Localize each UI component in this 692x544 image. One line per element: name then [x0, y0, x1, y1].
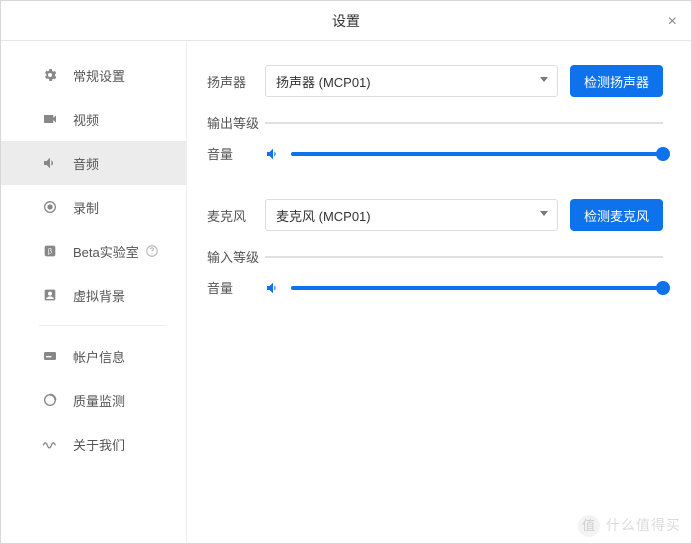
mic-volume-label: 音量: [207, 278, 265, 297]
input-level-meter: [265, 256, 663, 258]
sidebar-item-virtual-bg[interactable]: 虚拟背景: [1, 273, 186, 317]
mic-volume-slider[interactable]: [291, 280, 663, 296]
mic-select[interactable]: 麦克风 (MCP01): [265, 199, 558, 231]
speaker-volume-row: 音量: [207, 144, 663, 163]
speaker-volume-slider[interactable]: [291, 146, 663, 162]
sidebar-item-label: 视频: [73, 110, 99, 129]
help-icon[interactable]: [145, 244, 159, 258]
speaker-volume-label: 音量: [207, 144, 265, 163]
slider-thumb[interactable]: [656, 147, 670, 161]
virtual-bg-icon: [41, 286, 59, 304]
sidebar-item-label: 常规设置: [73, 66, 125, 85]
speaker-select-wrap: 扬声器 (MCP01): [265, 65, 558, 97]
speaker-select[interactable]: 扬声器 (MCP01): [265, 65, 558, 97]
svg-text:β: β: [48, 247, 52, 256]
sidebar-item-account[interactable]: 帐户信息: [1, 334, 186, 378]
speaker-row: 扬声器 扬声器 (MCP01) 检测扬声器: [207, 65, 663, 97]
close-icon[interactable]: ×: [668, 13, 677, 31]
sidebar-item-label: 音频: [73, 154, 99, 173]
speaker-label: 扬声器: [207, 72, 265, 91]
audio-icon: [41, 154, 59, 172]
settings-window: 设置 × 常规设置 视频 音频: [0, 0, 692, 544]
sidebar-item-record[interactable]: 录制: [1, 185, 186, 229]
mic-label: 麦克风: [207, 206, 265, 225]
quality-icon: [41, 391, 59, 409]
sidebar-item-label: 关于我们: [73, 435, 125, 454]
titlebar: 设置 ×: [1, 1, 691, 41]
content-audio: 扬声器 扬声器 (MCP01) 检测扬声器 输出等级 音量: [187, 41, 691, 543]
sidebar-item-label: 录制: [73, 198, 99, 217]
speaker-select-value: 扬声器 (MCP01): [276, 75, 371, 90]
video-icon: [41, 110, 59, 128]
sidebar-item-video[interactable]: 视频: [1, 97, 186, 141]
output-level-row: 输出等级: [207, 113, 663, 132]
window-title: 设置: [332, 11, 360, 31]
about-icon: [41, 435, 59, 453]
sidebar-item-beta[interactable]: β Beta实验室: [1, 229, 186, 273]
sidebar-item-quality[interactable]: 质量监测: [1, 378, 186, 422]
mic-row: 麦克风 麦克风 (MCP01) 检测麦克风: [207, 199, 663, 231]
sidebar-item-label: 虚拟背景: [73, 286, 125, 305]
chevron-down-icon: [540, 211, 548, 216]
beta-icon: β: [41, 242, 59, 260]
sidebar-item-label: Beta实验室: [73, 242, 139, 261]
sidebar-item-about[interactable]: 关于我们: [1, 422, 186, 466]
sidebar: 常规设置 视频 音频 录制: [1, 41, 187, 543]
volume-icon[interactable]: [265, 146, 281, 162]
output-level-meter: [265, 122, 663, 124]
chevron-down-icon: [540, 77, 548, 82]
gear-icon: [41, 66, 59, 84]
input-level-row: 输入等级: [207, 247, 663, 266]
mic-section: 麦克风 麦克风 (MCP01) 检测麦克风 输入等级 音量: [207, 199, 663, 297]
sidebar-item-label: 帐户信息: [73, 347, 125, 366]
slider-thumb[interactable]: [656, 281, 670, 295]
sidebar-item-audio[interactable]: 音频: [1, 141, 186, 185]
output-level-label: 输出等级: [207, 113, 265, 132]
volume-icon[interactable]: [265, 280, 281, 296]
speaker-section: 扬声器 扬声器 (MCP01) 检测扬声器 输出等级 音量: [207, 65, 663, 163]
test-mic-button[interactable]: 检测麦克风: [570, 199, 663, 231]
window-body: 常规设置 视频 音频 录制: [1, 41, 691, 543]
record-icon: [41, 198, 59, 216]
sidebar-item-label: 质量监测: [73, 391, 125, 410]
sidebar-item-general[interactable]: 常规设置: [1, 53, 186, 97]
mic-select-value: 麦克风 (MCP01): [276, 209, 371, 224]
test-speaker-button[interactable]: 检测扬声器: [570, 65, 663, 97]
mic-volume-row: 音量: [207, 278, 663, 297]
sidebar-divider: [39, 325, 166, 326]
mic-select-wrap: 麦克风 (MCP01): [265, 199, 558, 231]
input-level-label: 输入等级: [207, 247, 265, 266]
account-icon: [41, 347, 59, 365]
